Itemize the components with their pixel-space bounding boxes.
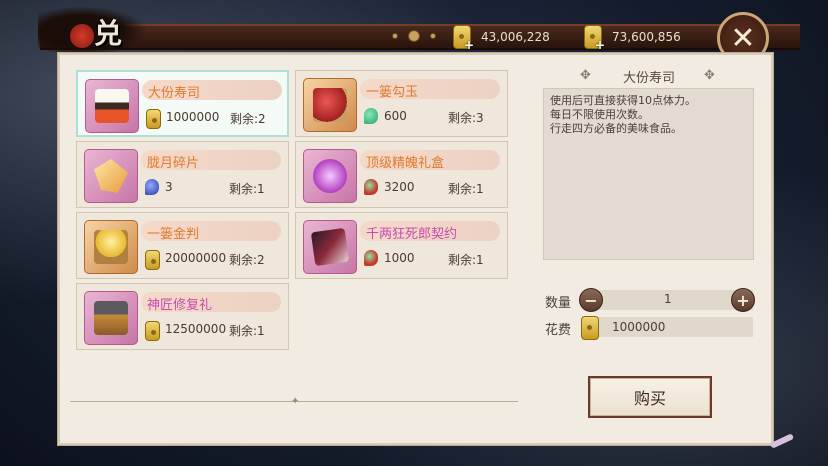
- item-remain: 剩余:3: [448, 111, 484, 125]
- blue-jade-icon: [145, 179, 159, 195]
- item-card[interactable]: 大份寿司 1000000 剩余:2: [76, 70, 289, 137]
- green-jade-icon: [364, 108, 378, 124]
- magatama-basket-icon: [303, 78, 357, 132]
- item-description: 使用后可直接获得10点体力。 每日不限使用次数。 行走四方必备的美味食品。: [543, 88, 754, 260]
- item-remain: 剩余:1: [229, 324, 265, 338]
- item-price: 3200: [384, 180, 415, 194]
- item-card[interactable]: 胧月碎片 3 剩余:1: [76, 141, 289, 208]
- minus-icon: −: [584, 290, 598, 310]
- jade-currency[interactable]: + 73,600,856: [584, 24, 681, 52]
- gold-coin-icon: [581, 316, 599, 340]
- item-card[interactable]: 千两狂死郎契约 1000 剩余:1: [295, 212, 508, 279]
- plus-icon: +: [595, 38, 606, 52]
- item-name: 顶级精魄礼盒: [366, 156, 445, 171]
- item-name: 千两狂死郎契约: [366, 227, 458, 242]
- red-jade-icon: [364, 250, 378, 266]
- cost-value: 1000000: [612, 320, 666, 334]
- item-card[interactable]: 一篓金判 20000000 剩余:2: [76, 212, 289, 279]
- gold-coin-icon: +: [453, 25, 475, 52]
- item-price: 3: [165, 180, 173, 194]
- item-price: 20000000: [165, 251, 227, 265]
- contract-card-icon: [303, 220, 357, 274]
- desc-line: 行走四方必备的美味食品。: [550, 122, 682, 135]
- crystal-shard-icon: [84, 149, 138, 203]
- desc-line: 每日不限使用次数。: [550, 108, 649, 121]
- item-remain: 剩余:1: [448, 253, 484, 267]
- ornament-dot-icon: [430, 33, 436, 39]
- jade-amount: 73,600,856: [612, 30, 681, 44]
- item-card[interactable]: 神匠修复礼 12500000 剩余:1: [76, 283, 289, 350]
- item-price: 1000000: [166, 110, 220, 124]
- sushi-box-icon: [85, 79, 139, 133]
- item-price: 600: [384, 109, 407, 123]
- red-sun-icon: [70, 24, 94, 48]
- soul-gift-box-icon: [303, 149, 357, 203]
- quantity-label: 数量: [545, 296, 572, 311]
- gold-coin-icon: [145, 250, 160, 270]
- gold-coin-icon: +: [584, 25, 606, 52]
- item-remain: 剩余:2: [229, 253, 265, 267]
- gold-coin-icon: [145, 321, 160, 341]
- item-remain: 剩余:2: [230, 112, 266, 126]
- close-icon: ✕: [730, 20, 756, 56]
- red-jade-icon: [364, 179, 378, 195]
- item-remain: 剩余:1: [229, 182, 265, 196]
- desc-line: 使用后可直接获得10点体力。: [550, 94, 696, 107]
- top-banner: [40, 24, 800, 50]
- item-price: 1000: [384, 251, 415, 265]
- gold-basket-icon: [84, 220, 138, 274]
- repair-chest-icon: [84, 291, 138, 345]
- flower-ornament-icon: ✥: [704, 68, 715, 83]
- cost-field: [585, 317, 753, 337]
- item-card[interactable]: 顶级精魄礼盒 3200 剩余:1: [295, 141, 508, 208]
- buy-button[interactable]: 购买: [588, 376, 712, 418]
- cost-label: 花费: [545, 323, 572, 338]
- item-name: 大份寿司: [148, 86, 201, 101]
- quantity-value: 1: [664, 292, 672, 306]
- plus-icon: +: [464, 38, 475, 52]
- detail-title: 大份寿司: [622, 70, 675, 86]
- item-name: 神匠修复礼: [147, 298, 213, 313]
- divider-ornament-icon: ✦: [291, 396, 300, 407]
- plus-icon: +: [736, 290, 750, 310]
- ornament-dot-icon: [392, 33, 398, 39]
- item-name: 胧月碎片: [147, 156, 200, 171]
- item-card[interactable]: 一篓勾玉 600 剩余:3: [295, 70, 508, 137]
- item-remain: 剩余:1: [448, 182, 484, 196]
- ornament-icon: [408, 30, 420, 42]
- gold-currency[interactable]: + 43,006,228: [453, 24, 550, 52]
- increase-button[interactable]: +: [731, 288, 755, 312]
- item-price: 12500000: [165, 322, 227, 336]
- item-name: 一篓勾玉: [366, 85, 419, 100]
- gold-amount: 43,006,228: [481, 30, 550, 44]
- title-badge: 兑换: [38, 6, 148, 90]
- decrease-button[interactable]: −: [579, 288, 603, 312]
- item-name: 一篓金判: [147, 227, 200, 242]
- gold-coin-icon: [146, 109, 161, 129]
